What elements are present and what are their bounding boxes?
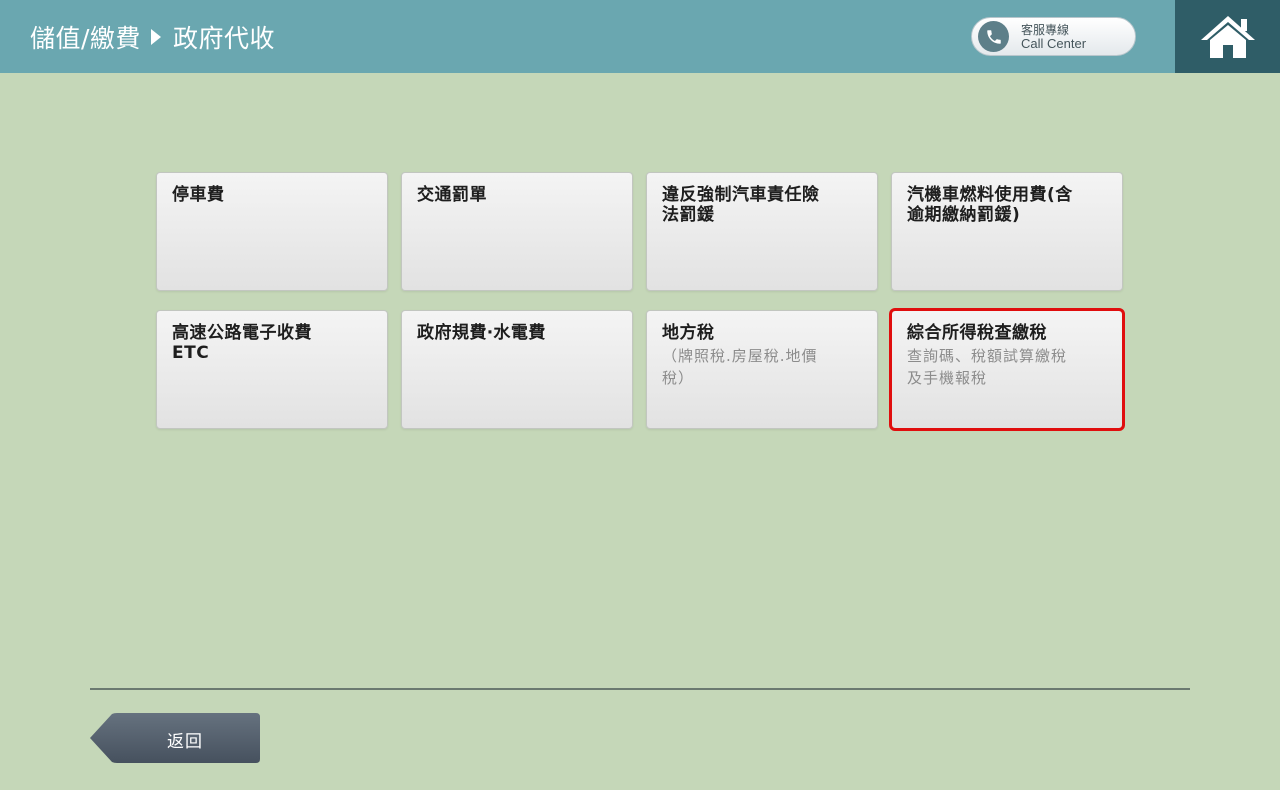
call-center-label-zh: 客服專線 bbox=[1021, 22, 1070, 37]
tile-subtitle: 查詢碼、稅額試算繳稅 及手機報稅 bbox=[907, 347, 1068, 387]
call-center-button[interactable]: 客服專線 Call Center bbox=[971, 17, 1136, 56]
tile-subtitle: （牌照稅.房屋稅.地價 稅） bbox=[662, 347, 818, 387]
tile-local-tax[interactable]: 地方稅 （牌照稅.房屋稅.地價 稅） bbox=[646, 310, 878, 429]
tile-etc[interactable]: 高速公路電子收費 ETC bbox=[156, 310, 388, 429]
home-icon bbox=[1200, 15, 1255, 58]
breadcrumb-arrow-icon bbox=[150, 29, 161, 45]
breadcrumb-current: 政府代收 bbox=[172, 24, 275, 53]
tile-title: 地方稅 bbox=[662, 323, 715, 343]
tile-title: 汽機車燃料使用費(含 逾期繳納罰鍰) bbox=[907, 185, 1073, 225]
header-bar: 儲值/繳費 政府代收 客服專線 Call Center bbox=[0, 0, 1280, 73]
tile-title: 高速公路電子收費 ETC bbox=[172, 323, 312, 363]
tile-fuel-fee[interactable]: 汽機車燃料使用費(含 逾期繳納罰鍰) bbox=[891, 172, 1123, 291]
tile-title: 違反強制汽車責任險 法罰鍰 bbox=[662, 185, 820, 225]
tile-title: 政府規費‧水電費 bbox=[417, 323, 546, 343]
call-center-label-en: Call Center bbox=[1021, 35, 1087, 51]
tile-parking-fee[interactable]: 停車費 bbox=[156, 172, 388, 291]
tile-title: 停車費 bbox=[172, 185, 225, 205]
back-button[interactable]: 返回 bbox=[90, 713, 260, 763]
tile-title: 綜合所得稅查繳稅 bbox=[907, 323, 1047, 343]
home-button[interactable] bbox=[1175, 0, 1280, 73]
tile-gov-fees-utilities[interactable]: 政府規費‧水電費 bbox=[401, 310, 633, 429]
back-button-label: 返回 bbox=[167, 732, 203, 752]
breadcrumb-parent[interactable]: 儲值/繳費 bbox=[30, 19, 141, 55]
tile-income-tax[interactable]: 綜合所得稅查繳稅 查詢碼、稅額試算繳稅 及手機報稅 bbox=[889, 308, 1125, 431]
tile-title: 交通罰單 bbox=[417, 185, 487, 205]
tile-traffic-fine[interactable]: 交通罰單 bbox=[401, 172, 633, 291]
phone-icon bbox=[978, 21, 1009, 52]
footer-divider bbox=[90, 688, 1190, 690]
tile-compulsory-insurance-fine[interactable]: 違反強制汽車責任險 法罰鍰 bbox=[646, 172, 878, 291]
breadcrumb: 儲值/繳費 政府代收 bbox=[30, 20, 275, 54]
